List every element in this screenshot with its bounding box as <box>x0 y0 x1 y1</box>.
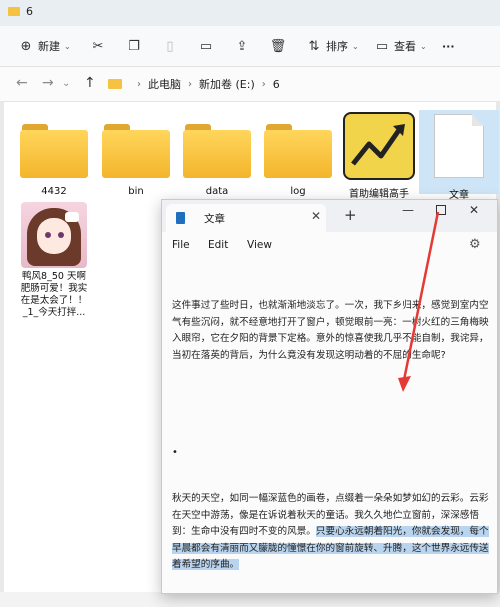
sort-button[interactable]: ⇅ 排序 ⌄ <box>306 35 359 57</box>
chevron-right-icon: › <box>137 78 141 90</box>
sort-label: 排序 <box>326 40 348 53</box>
view-button[interactable]: ▭ 查看 ⌄ <box>374 35 427 57</box>
paste-icon: ▯ <box>166 38 174 54</box>
gear-icon[interactable]: ⚙ <box>469 237 481 252</box>
folder-icon <box>108 79 122 89</box>
anime-girl-thumbnail <box>21 202 87 268</box>
file-item-folder[interactable]: log <box>258 120 338 197</box>
menu-edit[interactable]: Edit <box>208 239 228 251</box>
up-icon[interactable]: ↑ <box>84 75 96 91</box>
new-label: 新建 <box>38 40 60 53</box>
address-bar: ← → ⌄ ↑ › 此电脑 › 新加卷 (E:) › 6 <box>0 67 500 102</box>
chevron-down-icon: ⌄ <box>352 41 359 51</box>
paragraph: 秋天的天空，如同一幅深蓝色的画卷，点缀着一朵朵如梦如幻的云彩。云彩在天空中游荡，… <box>172 491 490 574</box>
history-chevron-icon[interactable]: ⌄ <box>62 78 70 89</box>
chevron-right-icon: › <box>261 78 266 90</box>
window-title: 6 <box>26 5 33 18</box>
file-name: data <box>205 186 229 197</box>
folder-icon <box>8 7 20 16</box>
file-name: 4432 <box>41 186 67 197</box>
sort-icon: ⇅ <box>308 38 320 54</box>
trash-icon: 🗑 <box>269 38 287 54</box>
view-label: 查看 <box>394 40 416 53</box>
close-icon[interactable]: ✕ <box>469 203 479 217</box>
breadcrumb-item[interactable]: 6 <box>273 78 280 91</box>
delete-button[interactable]: 🗑 <box>269 35 287 57</box>
text-document-icon <box>434 114 484 178</box>
forward-icon[interactable]: → <box>42 75 54 91</box>
file-name: bin <box>128 186 144 197</box>
copy-icon: ❐ <box>128 38 140 54</box>
copy-button[interactable]: ❐ <box>126 35 142 57</box>
folder-icon <box>183 120 251 180</box>
view-icon: ▭ <box>375 38 389 54</box>
chevron-down-icon: ⌄ <box>64 41 71 51</box>
rename-button[interactable]: ▭ <box>198 35 214 57</box>
pane-divider <box>0 102 4 592</box>
caption-line: 鸭风8_50 天啊 <box>22 271 86 282</box>
caption-line: _1_今天打拌... <box>22 307 86 318</box>
chevron-down-icon: ⌄ <box>420 41 427 51</box>
new-button[interactable]: ⊕ 新建 ⌄ <box>18 35 71 57</box>
file-name: log <box>290 186 306 197</box>
breadcrumb[interactable]: › 此电脑 › 新加卷 (E:) › 6 <box>108 76 280 92</box>
chevron-right-icon: › <box>188 78 192 90</box>
tab-title: 文章 <box>204 213 225 225</box>
file-item-folder[interactable]: bin <box>96 120 176 197</box>
scissors-icon: ✂ <box>92 38 104 54</box>
share-icon: ⇪ <box>236 38 248 54</box>
explorer-toolbar: ⊕ 新建 ⌄ ✂ ❐ ▯ ▭ ⇪ 🗑 ⇅ 排序 ⌄ ▭ 查看 ⌄ ··· <box>0 26 500 67</box>
minimize-icon[interactable]: — <box>402 203 414 217</box>
back-icon[interactable]: ← <box>16 75 28 91</box>
paste-button[interactable]: ▯ <box>162 35 178 57</box>
paragraph: 这件事过了些时日，也就渐渐地淡忘了。一次，我下乡归来，感觉到室内空气有些沉闷，就… <box>172 300 489 361</box>
bullet-marker: • <box>172 447 178 458</box>
notepad-window: 文章 ✕ + — ✕ File Edit View ⚙ 这件事过了些时日，也就渐… <box>161 199 498 594</box>
plus-circle-icon: ⊕ <box>20 38 32 54</box>
file-item-folder[interactable]: data <box>177 120 257 197</box>
cut-button[interactable]: ✂ <box>90 35 106 57</box>
chart-app-icon <box>343 112 415 180</box>
file-name: 首助编辑高手 <box>349 189 409 200</box>
file-item-folder[interactable]: 4432 <box>14 120 94 197</box>
file-item-app[interactable]: 首助编辑高手 <box>339 112 419 200</box>
rename-icon: ▭ <box>199 38 213 54</box>
explorer-titlebar: 6 <box>0 0 500 26</box>
tab-document[interactable]: 文章 ✕ <box>166 204 326 232</box>
menu-view[interactable]: View <box>247 239 272 251</box>
share-button[interactable]: ⇪ <box>234 35 250 57</box>
folder-icon <box>20 120 88 180</box>
text-editor[interactable]: 这件事过了些时日，也就渐渐地淡忘了。一次，我下乡归来，感觉到室内空气有些沉闷，就… <box>172 265 490 607</box>
menu-file[interactable]: File <box>172 239 190 251</box>
notepad-tabbar: 文章 ✕ + — ✕ <box>162 200 497 232</box>
notepad-menubar: File Edit View ⚙ <box>162 233 497 259</box>
caption-line: 肥肠可爱！我实 <box>20 283 88 294</box>
caption-line: 在是太会了！！ <box>20 295 88 306</box>
more-button[interactable]: ··· <box>442 35 455 57</box>
close-tab-icon[interactable]: ✕ <box>311 209 321 223</box>
breadcrumb-item[interactable]: 新加卷 (E:) <box>199 76 255 92</box>
file-item-document[interactable]: 文章 <box>419 114 499 201</box>
folder-icon <box>264 120 332 180</box>
file-name: 鸭风8_50 天啊 肥肠可爱！我实 在是太会了！！ _1_今天打拌... <box>14 271 94 319</box>
file-item-image[interactable]: 鸭风8_50 天啊 肥肠可爱！我实 在是太会了！！ _1_今天打拌... <box>14 202 94 319</box>
folder-icon <box>102 120 170 180</box>
new-tab-icon[interactable]: + <box>344 206 357 224</box>
notepad-icon <box>176 212 185 224</box>
breadcrumb-item[interactable]: 此电脑 <box>148 76 181 92</box>
maximize-icon[interactable] <box>436 205 446 215</box>
